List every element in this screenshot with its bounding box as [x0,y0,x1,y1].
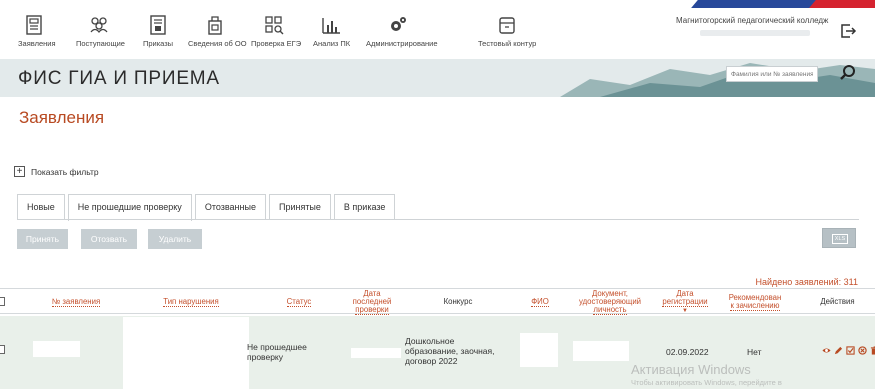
row-recommended: Нет [747,347,762,357]
windows-activation-watermark: Активация Windows [631,362,751,377]
status-tabs: Новые Не прошедшие проверку Отозванные П… [17,194,398,221]
tab-new[interactable]: Новые [17,194,65,220]
view-eye-icon[interactable] [822,346,831,355]
delete-trash-icon[interactable] [870,346,875,355]
select-all-checkbox[interactable] [0,297,5,306]
document-list-icon [26,15,42,35]
archive-box-icon [499,17,515,34]
table-header: № заявления Тип нарушения Статус Дата по… [0,288,875,315]
tab-accepted[interactable]: Принятые [268,194,331,220]
fio-redacted [520,333,558,367]
nav-item-org-info[interactable]: Сведения об ОО [188,14,247,54]
violation-type-redacted [123,317,249,389]
row-status: Не прошедшее проверку [247,342,307,362]
show-filter-label: Показать фильтр [31,166,99,177]
nav-label: Тестовый контур [478,39,537,48]
organization-name: Магнитогорский педагогический колледж [676,16,829,25]
column-header-fio[interactable]: ФИО [512,289,568,315]
edit-pencil-icon[interactable] [834,346,843,355]
gears-icon [391,17,406,31]
nav-label: Поступающие [76,39,125,48]
nav-item-applications[interactable]: Заявления [18,14,56,54]
nav-label: Анализ ПК [313,39,351,48]
xls-icon: XLS [832,234,848,244]
top-navigation: Заявления Поступающие Приказы Сведения о… [0,0,875,58]
tab-in-order[interactable]: В приказе [333,194,396,220]
bar-chart-icon [322,18,340,34]
column-header-registration-date[interactable]: Дата регистрации ▼ [652,289,718,315]
nav-label: Проверка ЕГЭ [251,39,302,48]
nav-label: Заявления [18,39,56,48]
nav-item-applicants[interactable]: Поступающие [76,14,125,54]
page-title: Заявления [19,108,105,127]
search-icon[interactable] [838,63,858,83]
row-checkbox[interactable] [0,345,5,354]
nav-item-admin[interactable]: Администрирование [366,14,438,54]
user-name-redacted [700,30,810,36]
sort-desc-icon: ▼ [682,307,688,314]
nav-item-analysis[interactable]: Анализ ПК [313,14,351,54]
tabs-divider [17,219,859,220]
nav-item-test-circuit[interactable]: Тестовый контур [478,14,536,54]
delete-button[interactable]: Удалить [148,229,202,249]
red-stripe [809,0,875,8]
column-header-id-document[interactable]: Документ, удостоверяющий личность [568,289,652,315]
column-header-contest: Конкурс [443,297,473,306]
nav-item-exam-check[interactable]: Проверка ЕГЭ [251,14,302,54]
nav-label: Администрирование [366,39,438,48]
found-count: Найдено заявлений: 311 [755,277,858,287]
windows-activation-hint: Чтобы активировать Windows, перейдите в [631,378,782,387]
row-contest: Дошкольное образование, заочная, договор… [405,336,495,366]
info-building-icon [208,16,222,35]
map-background-icon [560,63,875,97]
column-header-actions: Действия [820,297,855,306]
nav-label: Приказы [142,39,174,48]
cancel-circle-icon[interactable] [858,346,867,355]
check-box-icon[interactable] [846,346,855,355]
row-registration-date: 02.09.2022 [666,347,709,357]
last-check-date-redacted [351,348,401,358]
export-xls-button[interactable]: XLS [822,228,856,248]
row-actions [822,346,875,355]
column-header-number[interactable]: № заявления [28,289,124,315]
id-document-redacted [573,341,629,361]
nav-item-orders[interactable]: Приказы [140,14,176,54]
logout-icon[interactable] [839,22,857,40]
column-header-recommended[interactable]: Рекомендован к зачислению [718,289,792,315]
tab-revoked[interactable]: Отозванные [194,194,266,220]
column-header-last-check[interactable]: Дата последней проверки [340,289,404,315]
check-grid-icon [265,16,284,35]
column-header-status[interactable]: Статус [258,289,340,315]
accept-button[interactable]: Принять [17,229,68,249]
column-header-violation[interactable]: Тип нарушения [124,289,258,315]
revoke-button[interactable]: Отозвать [81,229,137,249]
tab-not-passed-check[interactable]: Не прошедшие проверку [67,194,192,221]
application-number-redacted [33,341,80,357]
plus-icon: + [14,166,25,177]
order-document-icon [150,15,166,35]
nav-label: Сведения об ОО [188,39,247,48]
people-icon [90,17,108,34]
search-input[interactable] [726,66,818,82]
blue-stripe [691,0,823,8]
system-title: ФИС ГИА И ПРИЕМА [18,68,220,89]
brand-accent-stripes [685,0,875,10]
show-filter-toggle[interactable]: + Показать фильтр [14,166,99,177]
